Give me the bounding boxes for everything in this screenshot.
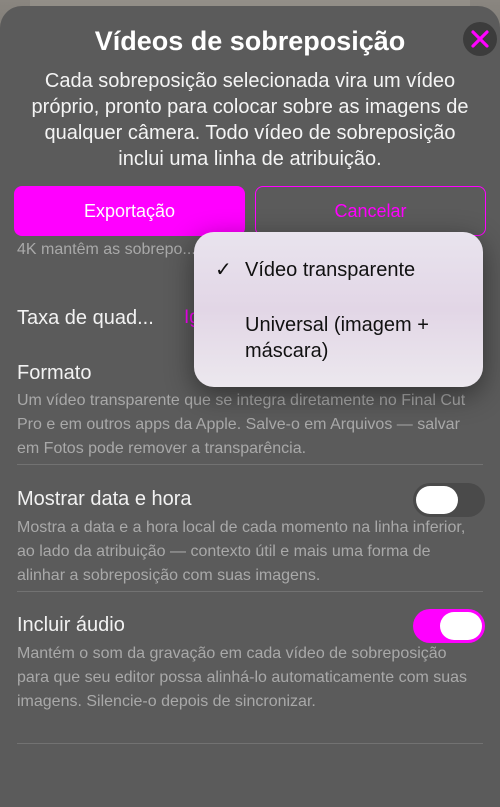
checkmark-icon: ✓	[215, 259, 232, 281]
show-datetime-label: Mostrar data e hora	[17, 488, 192, 510]
divider	[17, 591, 483, 592]
sheet-subtitle: Cada sobreposição selecionada vira um ví…	[31, 70, 469, 170]
sheet-title: Vídeos de sobreposição	[94, 26, 406, 56]
overlay-videos-sheet: Vídeos de sobreposição Cada sobreposição…	[0, 6, 500, 807]
show-datetime-description: Mostra a data e a hora local de cada mom…	[17, 519, 466, 584]
include-audio-description: Mantém o som da gravação em cada vídeo d…	[17, 645, 468, 710]
include-audio-toggle[interactable]	[413, 609, 485, 643]
include-audio-label: Incluir áudio	[17, 614, 125, 636]
toggle-knob	[440, 612, 482, 640]
cancel-button[interactable]: Cancelar	[255, 186, 486, 236]
toggle-knob	[416, 486, 458, 514]
close-button[interactable]	[463, 22, 497, 56]
format-menu: ✓ Vídeo transparente Universal (imagem +…	[194, 232, 483, 387]
show-datetime-toggle[interactable]	[413, 483, 485, 517]
export-button[interactable]: Exportação	[14, 186, 245, 236]
frame-rate-label: Taxa de quad...	[17, 307, 154, 329]
divider	[17, 743, 483, 744]
divider	[17, 464, 483, 465]
menu-option-label: Universal (imagem + máscara)	[245, 314, 429, 362]
format-label: Formato	[17, 362, 92, 384]
format-description: Um vídeo transparente que se integra dir…	[17, 392, 466, 457]
menu-option-label: Vídeo transparente	[245, 259, 416, 281]
close-icon	[471, 30, 489, 48]
